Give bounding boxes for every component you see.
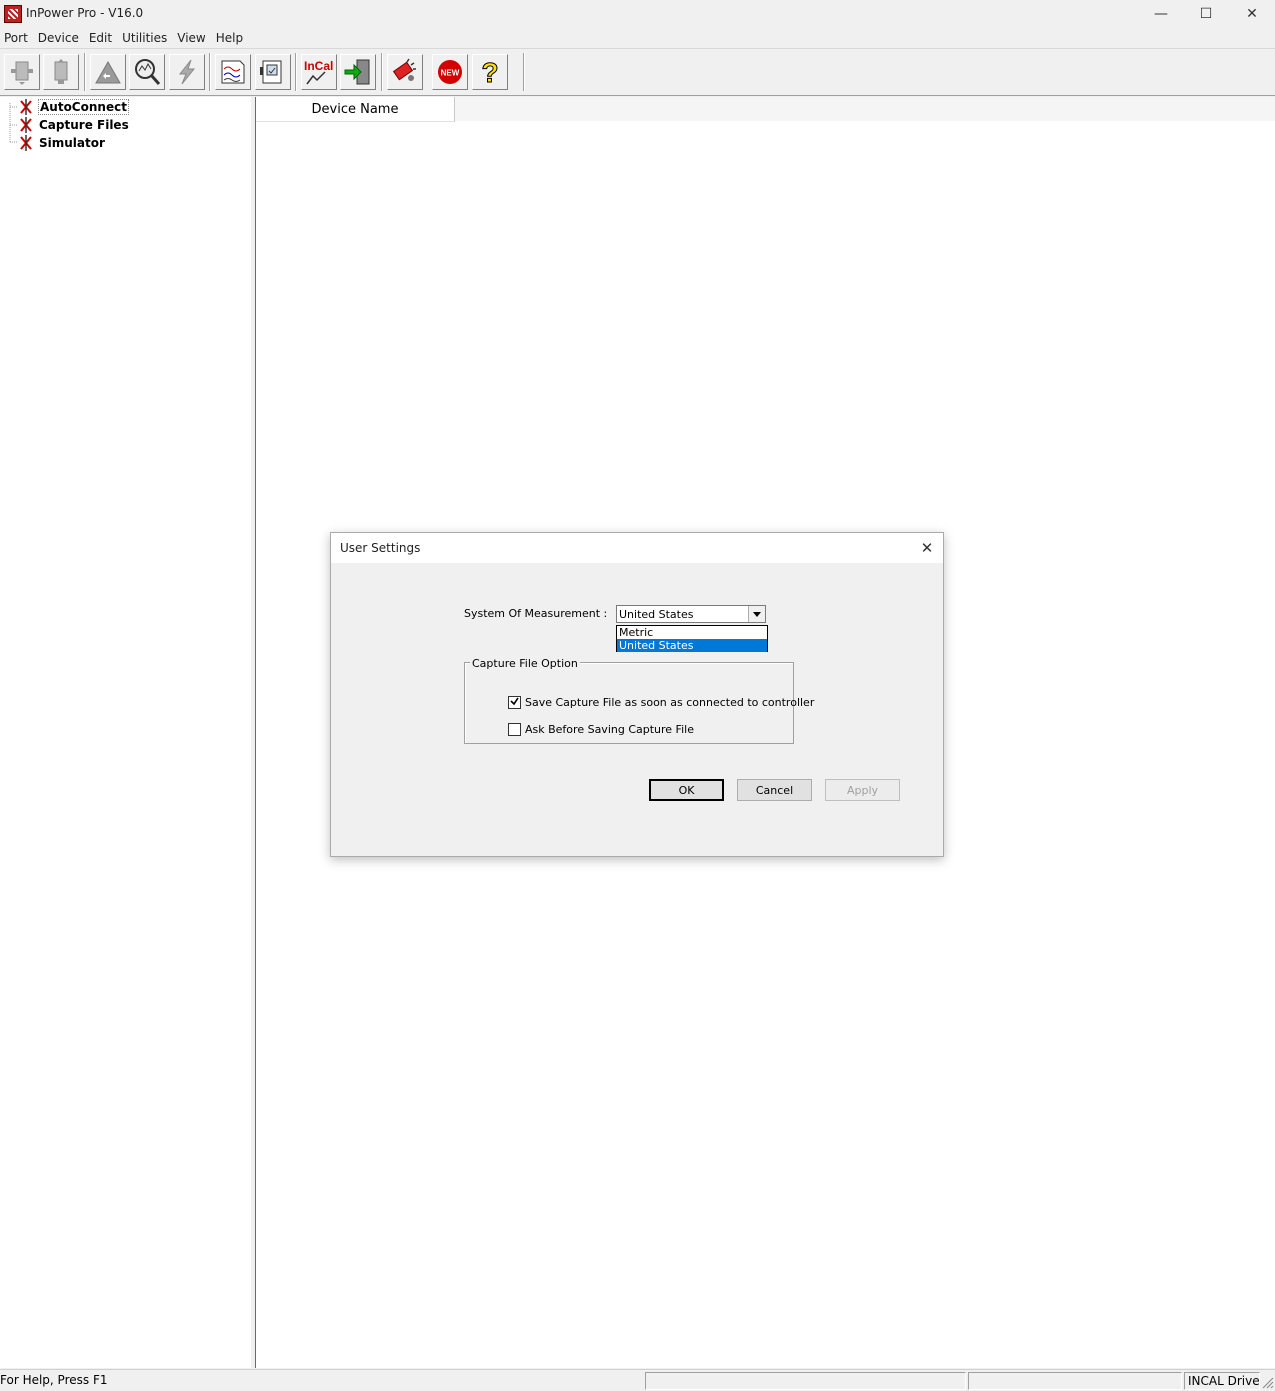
dropdown-button[interactable]	[748, 606, 765, 622]
monitor-button[interactable]	[255, 54, 291, 90]
dialog-title: User Settings	[340, 541, 421, 555]
tree-item-capture-files[interactable]: Capture Files	[18, 116, 130, 134]
new-button[interactable]: NEW	[432, 54, 468, 90]
connection-icon	[20, 99, 32, 115]
menu-port[interactable]: Port	[0, 28, 34, 45]
menu-edit[interactable]: Edit	[85, 28, 118, 45]
tools-button[interactable]	[387, 54, 423, 90]
column-header-device-name[interactable]: Device Name	[256, 97, 455, 122]
export-button[interactable]	[340, 54, 376, 90]
status-pane	[645, 1372, 966, 1390]
connection-icon	[20, 117, 32, 133]
tools-icon	[392, 58, 416, 81]
new-icon: NEW	[438, 60, 462, 84]
toolbar-separator	[523, 53, 525, 91]
tree-lines	[9, 103, 18, 143]
user-settings-dialog: User Settings ✕ System Of Measurement : …	[330, 532, 944, 857]
app-icon	[4, 5, 22, 23]
trend-button[interactable]	[215, 54, 251, 90]
tree-item-simulator[interactable]: Simulator	[18, 134, 106, 152]
connect-button[interactable]	[4, 54, 40, 90]
ok-button[interactable]: OK	[649, 779, 724, 801]
measurement-label: System Of Measurement :	[464, 607, 608, 620]
tree-item-label: Simulator	[39, 136, 105, 150]
monitor-icon	[260, 60, 282, 84]
chevron-down-icon	[753, 611, 761, 617]
maximize-button[interactable]: ☐	[1183, 0, 1229, 28]
incal-label: InCal	[304, 59, 333, 73]
help-button[interactable]: ?	[472, 54, 508, 90]
device-tree: AutoConnect Capture Files Simulator	[0, 97, 252, 1368]
incal-icon: InCal	[304, 59, 333, 85]
tree-item-label: AutoConnect	[38, 99, 129, 115]
upload-icon	[95, 60, 121, 84]
title-bar: InPower Pro - V16.0 — ☐ ✕	[0, 0, 1275, 28]
dialog-close-button[interactable]: ✕	[911, 533, 943, 563]
upload-button[interactable]	[90, 54, 126, 90]
help-icon: ?	[481, 57, 499, 87]
toolbar-separator	[84, 53, 86, 91]
toolbar: InCal NEW ?	[0, 49, 1275, 96]
new-label: NEW	[441, 69, 460, 78]
ask-before-saving-label[interactable]: Ask Before Saving Capture File	[525, 723, 694, 736]
help-label: ?	[481, 57, 498, 87]
status-pane	[968, 1372, 1182, 1390]
toolbar-separator	[295, 53, 297, 91]
inspect-button[interactable]	[129, 54, 165, 90]
connection-icon	[20, 135, 32, 151]
status-drive: INCAL Drive:	[1184, 1372, 1260, 1390]
tree-item-label: Capture Files	[39, 118, 129, 132]
trend-icon	[221, 60, 245, 84]
flash-button[interactable]	[169, 54, 205, 90]
inspect-icon	[135, 59, 161, 85]
cancel-button[interactable]: Cancel	[737, 779, 812, 801]
close-button[interactable]: ✕	[1229, 0, 1275, 28]
option-united-states[interactable]: United States	[617, 639, 767, 652]
disconnect-button[interactable]	[43, 54, 79, 90]
window-title: InPower Pro - V16.0	[26, 6, 144, 20]
group-label: Capture File Option	[470, 657, 580, 670]
save-capture-label[interactable]: Save Capture File as soon as connected t…	[525, 696, 814, 709]
connect-icon	[11, 61, 33, 85]
tree-item-autoconnect[interactable]: AutoConnect	[18, 98, 129, 116]
menu-help[interactable]: Help	[212, 28, 249, 45]
resize-grip-icon[interactable]	[1261, 1376, 1274, 1389]
menu-view[interactable]: View	[173, 28, 211, 45]
save-capture-checkbox[interactable]	[508, 696, 521, 709]
measurement-combo-value: United States	[619, 608, 694, 621]
toolbar-separator	[209, 53, 211, 91]
dialog-title-bar: User Settings ✕	[331, 533, 943, 563]
flash-icon	[178, 59, 196, 85]
status-bar: For Help, Press F1 INCAL Drive:	[0, 1369, 1275, 1391]
menu-device[interactable]: Device	[34, 28, 85, 45]
ask-before-saving-checkbox[interactable]	[508, 723, 521, 736]
apply-button[interactable]: Apply	[825, 779, 900, 801]
menu-bar: Port Device Edit Utilities View Help	[0, 28, 1275, 49]
measurement-dropdown-list: Metric United States	[616, 625, 768, 652]
status-help-text: For Help, Press F1	[0, 1373, 108, 1387]
incal-button[interactable]: InCal	[301, 54, 337, 90]
option-metric[interactable]: Metric	[617, 626, 767, 639]
export-icon	[344, 59, 370, 85]
check-icon	[510, 697, 519, 706]
menu-utilities[interactable]: Utilities	[118, 28, 173, 45]
minimize-button[interactable]: —	[1138, 0, 1184, 28]
disconnect-icon	[54, 59, 68, 84]
measurement-combo[interactable]: United States	[616, 605, 766, 623]
toolbar-separator	[381, 53, 383, 91]
